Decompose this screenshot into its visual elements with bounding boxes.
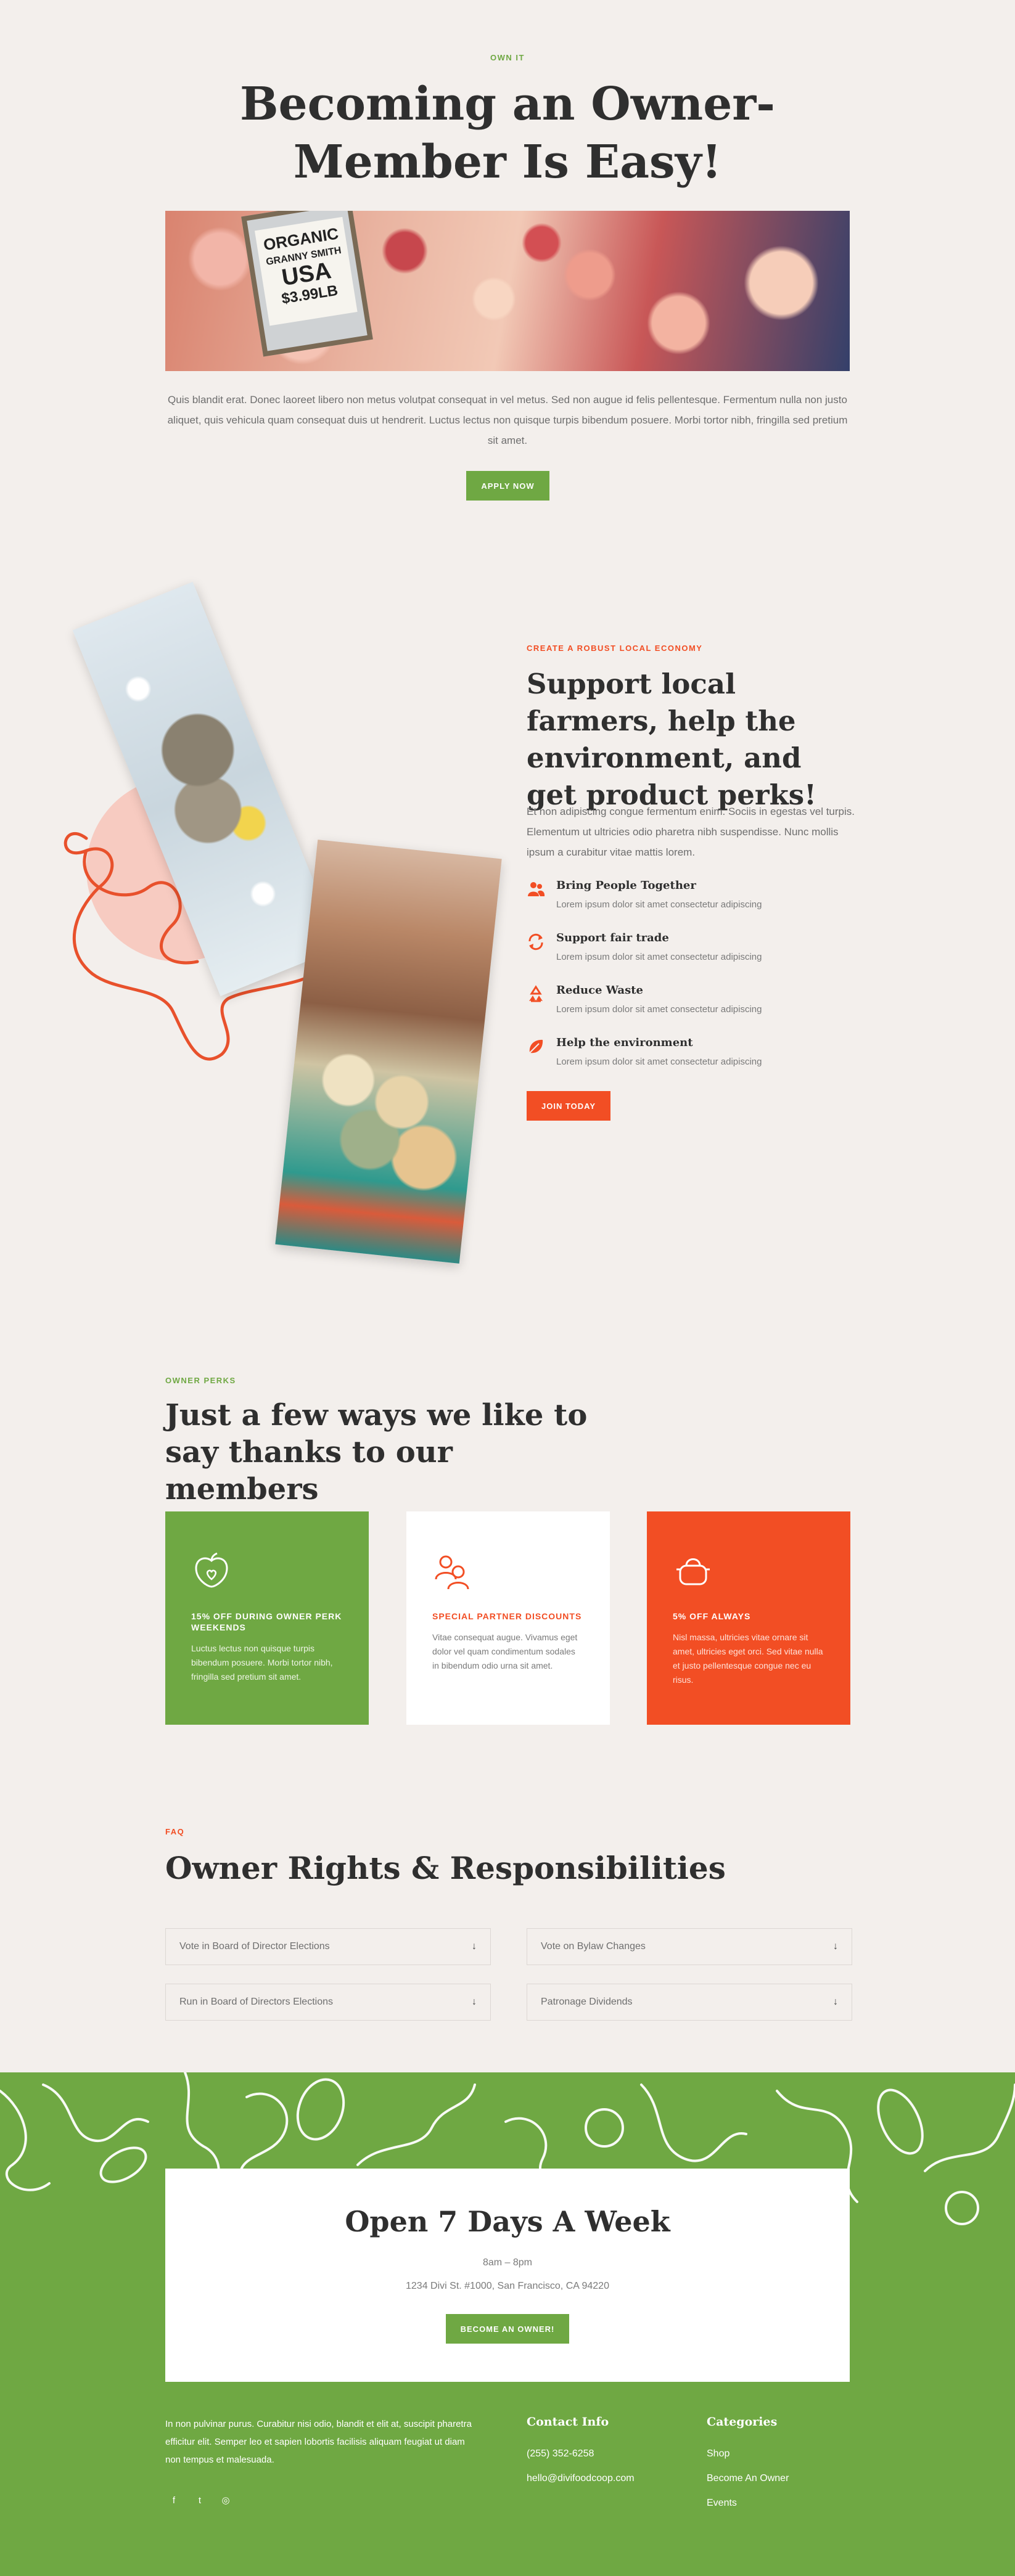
perk-card-always: 5% OFF ALWAYS Nisl massa, ultricies vita… xyxy=(647,1511,850,1725)
feature-item: Bring People Together Lorem ipsum dolor … xyxy=(527,879,860,910)
faq-toggle-bylaw[interactable]: Vote on Bylaw Changes ↓ xyxy=(527,1928,852,1965)
organic-apples-image: ORGANIC GRANNY SMITH USA $3.99LB xyxy=(165,211,850,371)
apple-heart-icon xyxy=(195,1552,228,1588)
contact-title: Contact Info xyxy=(527,2415,609,2429)
basket-icon xyxy=(676,1558,710,1585)
recycle-icon xyxy=(529,985,543,1002)
feature-item: Support fair trade Lorem ipsum dolor sit… xyxy=(527,931,860,962)
price-sign: ORGANIC GRANNY SMITH USA $3.99LB xyxy=(241,211,373,357)
hours-title: Open 7 Days A Week xyxy=(345,2205,670,2238)
hours-card: Open 7 Days A Week 8am – 8pm 1234 Divi S… xyxy=(165,2169,850,2382)
faq-toggle-dividends[interactable]: Patronage Dividends ↓ xyxy=(527,1984,852,2021)
join-today-button[interactable]: JOIN TODAY xyxy=(527,1091,610,1121)
leaf-icon xyxy=(529,1039,543,1053)
arrow-down-icon: ↓ xyxy=(833,1997,838,2007)
instagram-icon[interactable]: ◎ xyxy=(218,2493,233,2508)
perk-card-discount: 15% OFF DURING OWNER PERK WEEKENDS Luctu… xyxy=(165,1511,369,1725)
hero-title: Becoming an Owner-Member Is Easy! xyxy=(239,78,776,189)
faq-toggle-vote-elections[interactable]: Vote in Board of Director Elections ↓ xyxy=(165,1928,491,1965)
arrow-down-icon: ↓ xyxy=(472,1997,477,2007)
perk-title: 5% OFF ALWAYS xyxy=(673,1611,751,1621)
facebook-icon[interactable]: f xyxy=(166,2493,181,2508)
feature-item: Reduce Waste Lorem ipsum dolor sit amet … xyxy=(527,984,860,1015)
faq-eyebrow: FAQ xyxy=(165,1827,185,1836)
economy-eyebrow: CREATE A ROBUST LOCAL ECONOMY xyxy=(527,644,703,653)
faq-question: Vote in Board of Director Elections xyxy=(179,1941,330,1952)
faq-question: Run in Board of Directors Elections xyxy=(179,1997,333,2007)
perk-title: 15% OFF DURING OWNER PERK WEEKENDS xyxy=(191,1611,342,1632)
feature-desc: Lorem ipsum dolor sit amet consectetur a… xyxy=(556,899,762,910)
people-icon xyxy=(528,882,545,896)
apply-now-button[interactable]: APPLY NOW xyxy=(466,471,549,501)
perks-eyebrow: OWNER PERKS xyxy=(165,1376,236,1385)
category-link-shop[interactable]: Shop xyxy=(707,2448,729,2459)
hero-body: Quis blandit erat. Donec laoreet libero … xyxy=(167,394,848,446)
feature-title: Support fair trade xyxy=(556,931,669,944)
categories-title: Categories xyxy=(707,2415,778,2429)
perk-text: Nisl massa, ultricies vitae ornare sit a… xyxy=(673,1632,823,1685)
arrow-down-icon: ↓ xyxy=(833,1941,838,1952)
economy-body: Et non adipiscing congue fermentum enim.… xyxy=(527,806,855,858)
become-owner-button[interactable]: BECOME AN OWNER! xyxy=(446,2314,569,2344)
category-link-owner[interactable]: Become An Owner xyxy=(707,2473,789,2484)
economy-title: Support local farmers, help the environm… xyxy=(527,668,816,811)
perk-card-partners: SPECIAL PARTNER DISCOUNTS Vitae consequa… xyxy=(406,1511,610,1725)
faq-question: Patronage Dividends xyxy=(541,1997,633,2007)
twitter-icon[interactable]: t xyxy=(192,2493,207,2508)
feature-desc: Lorem ipsum dolor sit amet consectetur a… xyxy=(556,1004,762,1015)
arrow-down-icon: ↓ xyxy=(472,1941,477,1952)
email-link[interactable]: hello@divifoodcoop.com xyxy=(527,2473,635,2484)
faq-question: Vote on Bylaw Changes xyxy=(541,1941,646,1952)
hero-eyebrow: OWN IT xyxy=(490,53,525,62)
perk-text: Luctus lectus non quisque turpis bibendu… xyxy=(191,1643,333,1682)
perk-text: Vitae consequat augue. Vivamus eget dolo… xyxy=(432,1632,578,1670)
feature-title: Reduce Waste xyxy=(556,984,643,997)
footer: Open 7 Days A Week 8am – 8pm 1234 Divi S… xyxy=(0,2072,1015,2576)
perk-title: SPECIAL PARTNER DISCOUNTS xyxy=(432,1611,582,1621)
perks-title: Just a few ways we like to say thanks to… xyxy=(165,1398,588,1507)
feature-title: Help the environment xyxy=(556,1036,693,1049)
partners-icon xyxy=(435,1555,469,1590)
footer-about: In non pulvinar purus. Curabitur nisi od… xyxy=(165,2419,472,2465)
faq-title: Owner Rights & Responsibilities xyxy=(165,1850,726,1886)
feature-desc: Lorem ipsum dolor sit amet consectetur a… xyxy=(556,952,762,962)
feature-desc: Lorem ipsum dolor sit amet consectetur a… xyxy=(556,1057,762,1067)
hours-time: 8am – 8pm xyxy=(482,2257,533,2268)
feature-title: Bring People Together xyxy=(556,879,696,892)
phone-link[interactable]: (255) 352-6258 xyxy=(527,2448,594,2459)
refresh-icon xyxy=(528,933,543,951)
feature-item: Help the environment Lorem ipsum dolor s… xyxy=(527,1036,860,1067)
hours-address: 1234 Divi St. #1000, San Francisco, CA 9… xyxy=(406,2281,609,2291)
category-link-events[interactable]: Events xyxy=(707,2498,737,2509)
faq-toggle-run-elections[interactable]: Run in Board of Directors Elections ↓ xyxy=(165,1984,491,2021)
